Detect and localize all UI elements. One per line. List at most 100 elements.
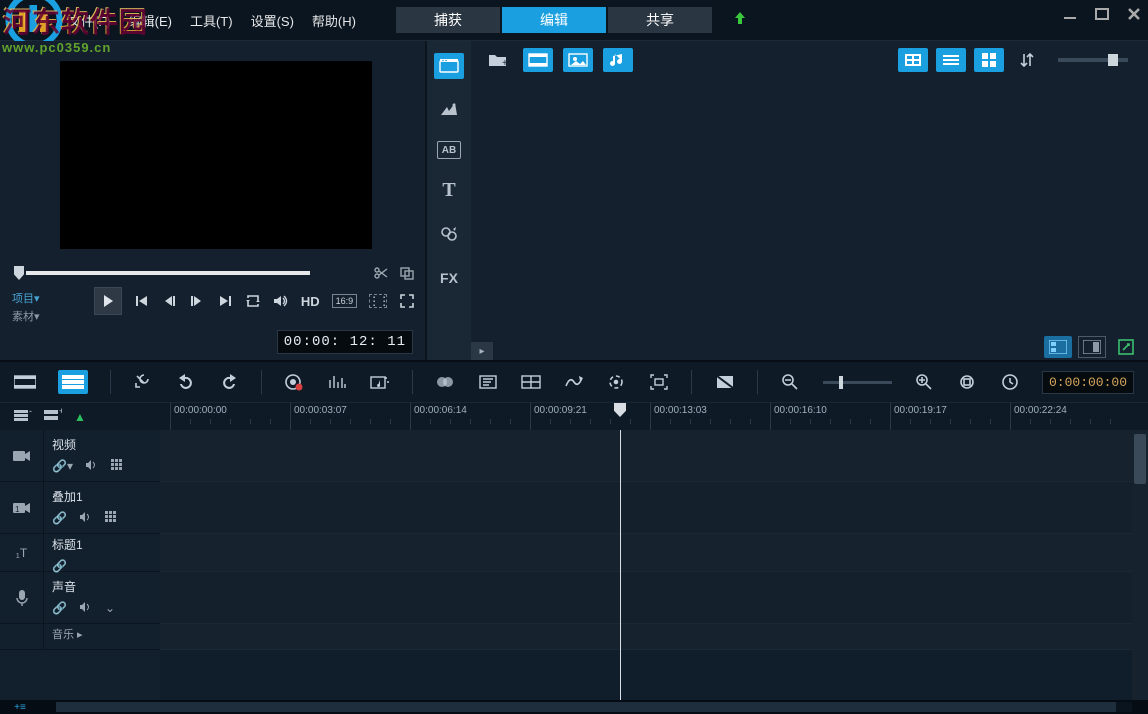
timeline-ruler[interactable]: 00:00:00:0000:00:03:0700:00:06:1400:00:0… <box>160 403 1148 430</box>
lane-music[interactable] <box>160 624 1148 650</box>
panel-library-icon[interactable] <box>1044 336 1072 358</box>
rail-graphics-icon[interactable] <box>434 221 464 247</box>
menu-help[interactable]: 帮助(H) <box>312 11 356 30</box>
close-icon[interactable] <box>1126 6 1142 22</box>
minimize-icon[interactable] <box>1062 6 1078 22</box>
view-grid-icon[interactable] <box>974 48 1004 72</box>
link-icon[interactable]: 🔗 <box>52 559 67 573</box>
sort-icon[interactable] <box>1012 48 1042 72</box>
track-head-video[interactable]: 视频 🔗▾ <box>0 430 160 482</box>
lane-overlay[interactable] <box>160 482 1148 534</box>
preview-video[interactable] <box>60 61 372 249</box>
go-start-icon[interactable] <box>134 293 150 309</box>
add-track-icon[interactable]: ▲ <box>74 410 86 424</box>
view-list-icon[interactable] <box>936 48 966 72</box>
horizontal-scrollbar[interactable]: +≡ <box>0 700 1148 714</box>
tools-icon[interactable] <box>133 370 154 394</box>
filter-audio-icon[interactable] <box>603 48 633 72</box>
tab-share[interactable]: 共享 <box>608 7 712 33</box>
add-folder-icon[interactable]: + <box>483 48 513 72</box>
storyboard-view-icon[interactable] <box>14 370 36 394</box>
redo-icon[interactable] <box>218 370 239 394</box>
rotate-icon[interactable] <box>606 370 627 394</box>
track-head-overlay[interactable]: 1 叠加1 🔗 <box>0 482 160 534</box>
tab-edit[interactable]: 编辑 <box>502 7 606 33</box>
tab-capture[interactable]: 捕获 <box>396 7 500 33</box>
vscroll-thumb[interactable] <box>1134 434 1146 484</box>
lane-video[interactable] <box>160 430 1148 482</box>
volume-icon[interactable] <box>273 293 289 309</box>
marquee-icon[interactable] <box>369 294 387 308</box>
menu-file[interactable]: 文件(F) <box>68 11 111 30</box>
hscroll-track[interactable] <box>56 702 1132 712</box>
timeline-timecode[interactable]: 0:00:00:00 <box>1042 371 1134 394</box>
step-fwd-icon[interactable] <box>189 293 205 309</box>
auto-music-icon[interactable] <box>369 370 390 394</box>
title-tool-icon[interactable] <box>478 370 499 394</box>
playhead-icon[interactable] <box>614 403 626 417</box>
pan-zoom-icon[interactable] <box>649 370 670 394</box>
rail-fx-icon[interactable]: FX <box>434 265 464 291</box>
zoom-in-icon[interactable] <box>914 370 935 394</box>
panel-edit-icon[interactable] <box>1112 336 1140 358</box>
add-track-button[interactable]: +≡ <box>0 702 40 713</box>
timeline-view-icon[interactable] <box>58 370 88 394</box>
upload-icon[interactable] <box>732 10 748 31</box>
link-icon[interactable]: 🔗 <box>52 601 67 616</box>
split-clip-icon[interactable] <box>399 265 415 281</box>
library-expand-icon[interactable]: ▸ <box>471 342 493 360</box>
play-button[interactable] <box>94 287 122 315</box>
grid-toggle-icon[interactable] <box>105 511 117 526</box>
go-end-icon[interactable] <box>217 293 233 309</box>
track-head-title[interactable]: ₁T 标题1 🔗 <box>0 534 160 572</box>
project-duration-icon[interactable] <box>999 370 1020 394</box>
grid-toggle-icon[interactable] <box>111 459 123 474</box>
preview-timecode[interactable]: 00:00: 12: 11 <box>277 330 413 354</box>
link-icon[interactable]: 🔗 <box>52 511 67 526</box>
progress-knob-icon[interactable] <box>14 266 24 280</box>
label-clip[interactable]: 素材▾ <box>12 308 40 326</box>
track-lanes[interactable] <box>160 430 1148 700</box>
filter-photo-icon[interactable] <box>563 48 593 72</box>
view-thumb-icon[interactable] <box>898 48 928 72</box>
maximize-icon[interactable] <box>1094 6 1110 22</box>
zoom-out-icon[interactable] <box>780 370 801 394</box>
mask-icon[interactable] <box>714 370 735 394</box>
transition-tool-icon[interactable] <box>435 370 456 394</box>
loop-icon[interactable] <box>245 293 261 309</box>
audio-mixer-icon[interactable] <box>327 370 348 394</box>
lane-voice[interactable] <box>160 572 1148 624</box>
label-project[interactable]: 项目▾ <box>12 290 40 308</box>
mute-icon[interactable] <box>79 511 93 526</box>
split-screen-icon[interactable] <box>520 370 541 394</box>
hscroll-thumb[interactable] <box>56 702 1116 712</box>
menu-edit[interactable]: 编辑(E) <box>129 11 172 30</box>
lane-title[interactable] <box>160 534 1148 572</box>
mute-icon[interactable] <box>85 459 99 474</box>
filter-video-icon[interactable] <box>523 48 553 72</box>
vertical-scrollbar[interactable] <box>1132 430 1148 700</box>
step-back-icon[interactable] <box>161 293 177 309</box>
motion-track-icon[interactable] <box>563 370 584 394</box>
rail-transition-icon[interactable]: AB <box>437 141 461 159</box>
fit-project-icon[interactable] <box>956 370 977 394</box>
track-height-plus-icon[interactable]: + <box>44 408 62 425</box>
rail-effects-icon[interactable] <box>434 97 464 123</box>
rail-title-icon[interactable]: T <box>434 177 464 203</box>
zoom-slider[interactable] <box>823 381 892 384</box>
fullscreen-icon[interactable] <box>399 293 415 309</box>
rail-media-icon[interactable] <box>434 53 464 79</box>
scissors-icon[interactable] <box>373 265 389 281</box>
track-head-voice[interactable]: 声音 🔗 ⌄ <box>0 572 160 624</box>
hd-badge[interactable]: HD <box>301 294 320 309</box>
record-icon[interactable] <box>284 370 305 394</box>
menu-settings[interactable]: 设置(S) <box>251 11 294 30</box>
progress-bar[interactable] <box>26 271 310 275</box>
thumbnail-size-slider[interactable] <box>1058 58 1128 62</box>
undo-icon[interactable] <box>176 370 197 394</box>
aspect-ratio-badge[interactable]: 16:9 <box>332 294 358 308</box>
track-height-minus-icon[interactable]: - <box>14 408 32 425</box>
track-head-music[interactable]: 音乐 ▸ <box>0 624 160 650</box>
menu-tools[interactable]: 工具(T) <box>190 11 233 30</box>
link-icon[interactable]: 🔗▾ <box>52 459 73 474</box>
